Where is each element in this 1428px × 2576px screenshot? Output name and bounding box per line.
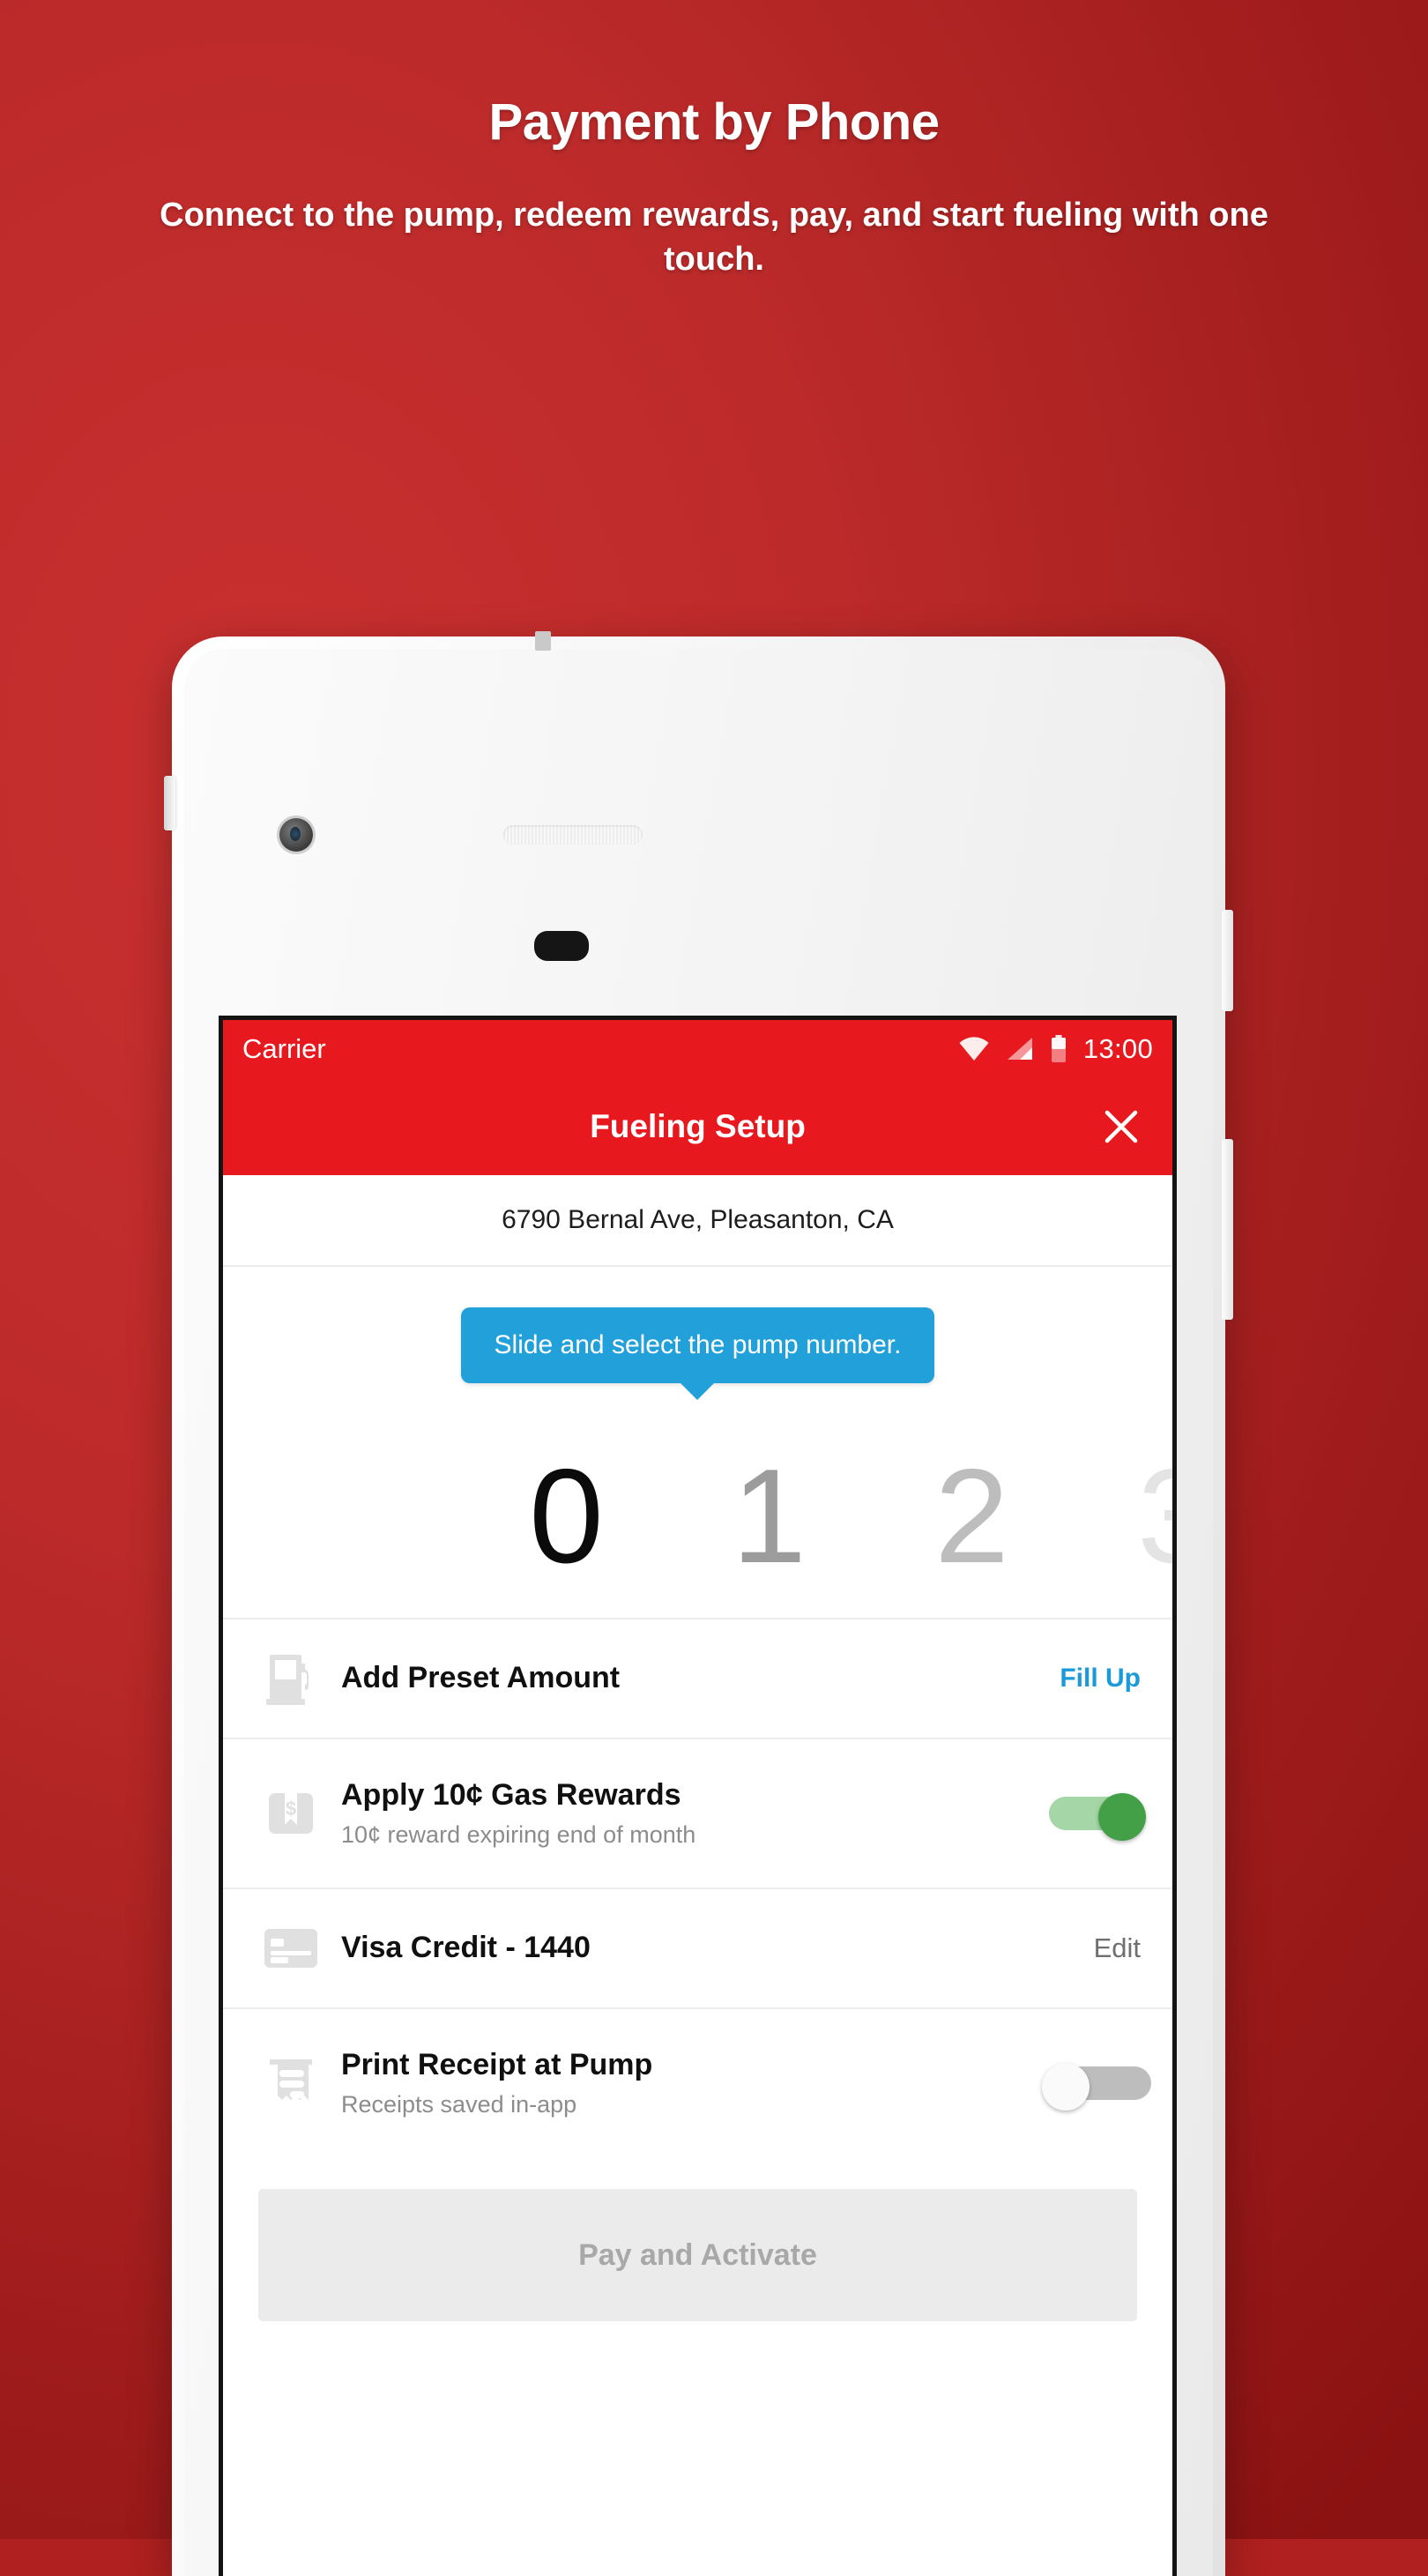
pump-number-picker[interactable]: 0 1 2 3 <box>223 1424 1172 1609</box>
table-row[interactable]: Print Receipt at Pump Receipts saved in-… <box>223 2007 1172 2157</box>
svg-text:$: $ <box>286 1798 296 1820</box>
carrier-label: Carrier <box>242 1033 326 1064</box>
phone-mockup: Carrier 13:00 Fueling Setup 6790 Bernal … <box>164 631 1233 2576</box>
credit-card-icon <box>253 1928 329 1969</box>
row-text: Visa Credit - 1440 <box>329 1931 1094 1965</box>
row-text: Print Receipt at Pump Receipts saved in-… <box>329 2048 1049 2118</box>
row-title: Visa Credit - 1440 <box>341 1931 591 1965</box>
signal-icon <box>1006 1037 1034 1061</box>
receipt-icon <box>253 2056 329 2111</box>
row-text: Add Preset Amount <box>329 1661 1060 1695</box>
cta-wrapper: Pay and Activate <box>223 2157 1172 2321</box>
wifi-icon <box>958 1037 990 1061</box>
promo-subtitle: Connect to the pump, redeem rewards, pay… <box>160 196 1268 278</box>
pump-option-1[interactable]: 1 <box>668 1449 871 1583</box>
toggle-thumb <box>1098 1793 1146 1841</box>
left-side-button[interactable] <box>164 776 175 830</box>
clock-label: 13:00 <box>1082 1033 1153 1064</box>
row-title: Add Preset Amount <box>341 1661 621 1695</box>
pay-and-activate-button[interactable]: Pay and Activate <box>258 2189 1137 2321</box>
status-bar-right: 13:00 <box>958 1033 1153 1065</box>
proximity-sensor-icon <box>534 931 589 961</box>
toggle-thumb <box>1042 2063 1090 2111</box>
row-title: Print Receipt at Pump <box>341 2047 653 2081</box>
pump-option-2[interactable]: 2 <box>871 1449 1074 1583</box>
fuel-pump-icon <box>253 1651 329 1706</box>
row-subtitle: Receipts saved in-app <box>341 2091 577 2118</box>
fill-up-link[interactable]: Fill Up <box>1060 1664 1141 1694</box>
print-receipt-toggle[interactable] <box>1042 2063 1151 2111</box>
pump-option-3[interactable]: 3 <box>1074 1449 1172 1583</box>
table-row[interactable]: $ Apply 10¢ Gas Rewards 10¢ reward expir… <box>223 1738 1172 1887</box>
pump-option-selected[interactable]: 0 <box>465 1449 668 1583</box>
pump-hint-tooltip: Slide and select the pump number. <box>460 1307 935 1383</box>
gas-rewards-toggle[interactable] <box>1049 1793 1146 1841</box>
pump-number-track[interactable]: 0 1 2 3 <box>465 1424 1172 1609</box>
edit-card-link[interactable]: Edit <box>1094 1932 1141 1964</box>
promo-copy: Payment by Phone Connect to the pump, re… <box>0 93 1428 281</box>
rewards-tag-icon: $ <box>253 1788 329 1839</box>
row-subtitle: 10¢ reward expiring end of month <box>341 1821 696 1849</box>
phone-screen: Carrier 13:00 Fueling Setup 6790 Bernal … <box>219 1016 1177 2576</box>
row-text: Apply 10¢ Gas Rewards 10¢ reward expirin… <box>329 1778 1049 1849</box>
page-title: Fueling Setup <box>590 1108 806 1144</box>
tooltip-wrapper: Slide and select the pump number. <box>223 1307 1172 1383</box>
status-bar: Carrier 13:00 <box>223 1020 1172 1078</box>
promo-title: Payment by Phone <box>488 93 940 151</box>
power-button[interactable] <box>1222 910 1233 1011</box>
battery-icon <box>1050 1035 1067 1063</box>
table-row[interactable]: Add Preset Amount Fill Up <box>223 1618 1172 1738</box>
top-antenna-nub <box>535 631 551 651</box>
table-row[interactable]: Visa Credit - 1440 Edit <box>223 1887 1172 2007</box>
earpiece-speaker-icon <box>503 825 643 845</box>
close-icon[interactable] <box>1100 1106 1142 1148</box>
pump-picker-section: Slide and select the pump number. 0 1 2 … <box>223 1267 1172 1618</box>
front-camera-icon <box>279 818 313 852</box>
row-title: Apply 10¢ Gas Rewards <box>341 1777 681 1812</box>
volume-button[interactable] <box>1222 1139 1233 1320</box>
station-address: 6790 Bernal Ave, Pleasanton, CA <box>223 1175 1172 1267</box>
app-bar: Fueling Setup <box>223 1078 1172 1175</box>
